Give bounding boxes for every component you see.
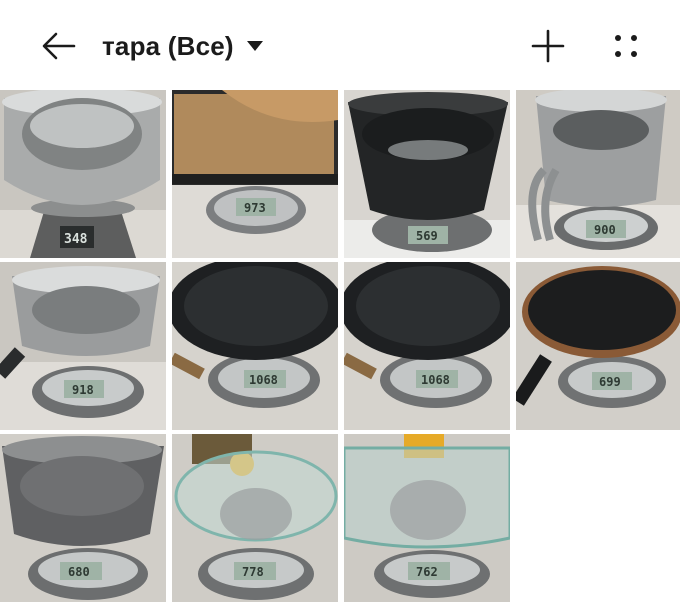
scale-reading: 569 [416,229,438,243]
app-header: тара (Все) [0,0,680,90]
photo-image: 900 [516,90,680,258]
photo-image: 1068 [172,262,338,430]
album-selector[interactable]: тара (Все) [102,27,264,65]
more-options-button[interactable] [606,26,646,66]
photo-thumbnail[interactable]: 699 [516,262,680,430]
scale-reading: 348 [64,232,88,247]
photo-grid: 348 973 569 900 918 1068 1068 699 680 77… [0,90,680,602]
photo-image: 680 [0,434,166,602]
photo-thumbnail[interactable]: 680 [0,434,166,602]
album-title: тара (Все) [102,30,234,61]
photo-thumbnail[interactable]: 569 [344,90,510,258]
photo-image: 348 [0,90,166,258]
scale-reading: 699 [599,375,621,389]
photo-image: 918 [0,262,166,430]
photo-thumbnail[interactable]: 973 [172,90,338,258]
photo-thumbnail[interactable]: 1068 [344,262,510,430]
scale-reading: 680 [68,565,90,579]
caret-down-icon [246,41,263,51]
scale-reading: 900 [594,223,616,237]
add-button[interactable] [528,26,568,66]
plus-icon [531,29,565,63]
scale-reading: 1068 [421,373,450,387]
dots-grid-icon [615,35,637,57]
back-button[interactable] [38,26,78,66]
scale-reading: 918 [72,383,94,397]
photo-image: 973 [172,90,338,258]
photo-image: 699 [516,262,680,430]
scale-reading: 762 [416,565,438,579]
photo-thumbnail[interactable]: 778 [172,434,338,602]
photo-thumbnail[interactable]: 1068 [172,262,338,430]
photo-thumbnail[interactable]: 348 [0,90,166,258]
scale-reading: 1068 [249,373,278,387]
photo-thumbnail[interactable]: 900 [516,90,680,258]
photo-image: 569 [344,90,510,258]
photo-image: 778 [172,434,338,602]
arrow-left-icon [42,32,76,60]
photo-image: 1068 [344,262,510,430]
photo-image: 762 [344,434,510,602]
photo-thumbnail[interactable]: 918 [0,262,166,430]
photo-thumbnail[interactable]: 762 [344,434,510,602]
scale-reading: 973 [244,201,266,215]
scale-reading: 778 [242,565,264,579]
